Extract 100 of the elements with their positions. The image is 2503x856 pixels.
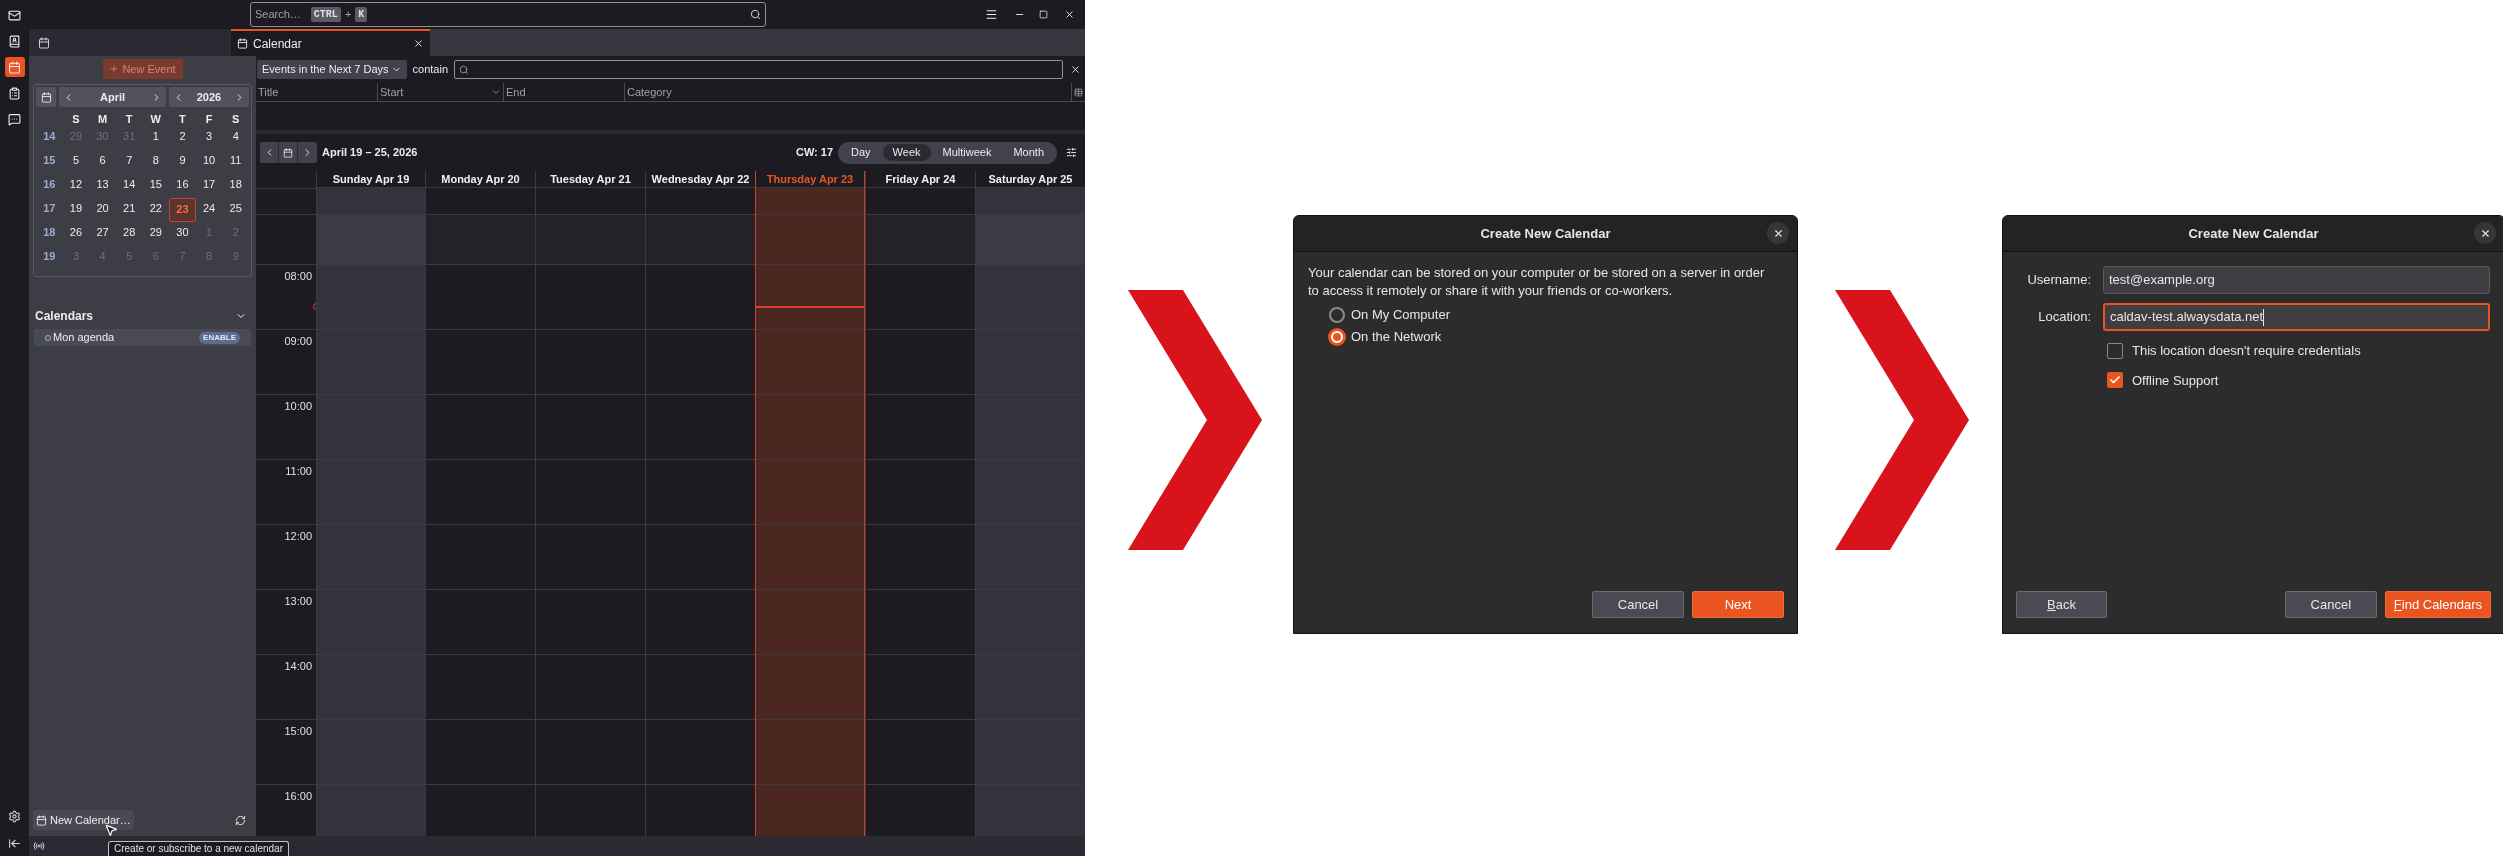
sliders-icon[interactable] bbox=[1066, 147, 1077, 158]
week-number: 18 bbox=[42, 225, 57, 240]
day-header[interactable]: Monday Apr 20 bbox=[441, 171, 520, 188]
week-number: 17 bbox=[42, 201, 57, 216]
field-label: Username: bbox=[2026, 271, 2091, 290]
text-field[interactable]: caldav-test.alwaysdata.net bbox=[2103, 303, 2490, 331]
calendar-list-item[interactable]: Mon agenda ENABLE bbox=[34, 329, 251, 346]
checkbox[interactable] bbox=[2107, 372, 2123, 389]
search-field[interactable]: Search… CTRL + K bbox=[250, 2, 766, 27]
close-icon bbox=[2479, 227, 2491, 239]
cancel-button[interactable]: Cancel bbox=[2284, 591, 2377, 618]
calendar-day[interactable]: 1 bbox=[142, 126, 170, 150]
new-calendar-button[interactable]: New Calendar… bbox=[33, 810, 134, 830]
sort-chevron-icon bbox=[491, 87, 501, 97]
calendar-day[interactable]: 30 bbox=[169, 222, 196, 246]
calendar-day[interactable]: 7 bbox=[115, 150, 143, 174]
calendar-day[interactable]: 6 bbox=[89, 150, 116, 174]
calendar-day[interactable]: 14 bbox=[115, 174, 143, 198]
address-book-icon bbox=[8, 34, 21, 48]
section-title: Calendars bbox=[35, 308, 95, 325]
weekday-label: T bbox=[124, 112, 134, 126]
view-tab[interactable]: Month bbox=[1003, 144, 1054, 161]
calendar-day[interactable]: 8 bbox=[142, 150, 170, 174]
checkbox-label: This location doesn't require credentials bbox=[2132, 342, 2361, 360]
calendar-day[interactable]: 27 bbox=[89, 222, 116, 246]
calendar-icon bbox=[237, 38, 248, 49]
cancel-button[interactable]: Cancel bbox=[1592, 591, 1684, 618]
calendar-day[interactable]: 29 bbox=[142, 222, 170, 246]
week-number: 19 bbox=[42, 249, 57, 264]
view-tab[interactable]: Week bbox=[882, 144, 931, 161]
column-picker-icon[interactable] bbox=[1074, 87, 1083, 97]
dialog-title: Create New Calendar bbox=[2188, 224, 2319, 243]
column-header[interactable]: Start bbox=[378, 83, 504, 101]
column-header[interactable]: Title bbox=[256, 83, 378, 101]
close-icon[interactable] bbox=[1064, 9, 1075, 20]
calendar-day[interactable]: 23 bbox=[169, 198, 196, 222]
date-range: April 19 – 25, 2026 bbox=[322, 145, 418, 161]
radio-button[interactable] bbox=[1329, 307, 1345, 323]
column-header[interactable]: Category bbox=[625, 83, 1072, 101]
calendar-day[interactable]: 13 bbox=[89, 174, 116, 198]
day-header[interactable]: Tuesday Apr 21 bbox=[550, 171, 631, 188]
calendar-day[interactable]: 11 bbox=[222, 150, 249, 174]
hour-label: 11:00 bbox=[285, 464, 312, 477]
refresh-icon[interactable] bbox=[235, 814, 246, 826]
calendar-day[interactable]: 26 bbox=[62, 222, 90, 246]
clipboard-icon bbox=[8, 86, 21, 100]
primary-button[interactable]: Next bbox=[1692, 591, 1784, 618]
calendar-tab[interactable]: Calendar bbox=[231, 29, 430, 56]
calendar-day[interactable]: 10 bbox=[195, 150, 223, 174]
settings-icon[interactable] bbox=[8, 810, 21, 823]
calendar-day[interactable]: 17 bbox=[195, 174, 223, 198]
plus-icon bbox=[109, 64, 120, 74]
close-button[interactable] bbox=[2474, 222, 2496, 244]
weekday-label: F bbox=[204, 112, 214, 126]
view-tab[interactable]: Multiweek bbox=[932, 144, 1002, 161]
checkbox[interactable] bbox=[2107, 342, 2123, 359]
calendar-day[interactable]: 25 bbox=[222, 198, 249, 222]
filter-dropdown[interactable]: Events in the Next 7 Days bbox=[257, 60, 407, 79]
calendar-day[interactable]: 4 bbox=[222, 126, 249, 150]
text-field[interactable]: test@example.org bbox=[2103, 266, 2490, 294]
view-tab[interactable]: Day bbox=[841, 144, 881, 161]
radio-button[interactable] bbox=[1328, 328, 1346, 346]
calendar-day[interactable]: 12 bbox=[62, 174, 90, 198]
close-button[interactable] bbox=[1767, 222, 1789, 244]
close-icon[interactable] bbox=[413, 38, 424, 49]
weekday-label: S bbox=[71, 112, 81, 126]
calendar-day[interactable]: 2 bbox=[169, 126, 196, 150]
today-button[interactable] bbox=[36, 87, 56, 107]
primary-button[interactable]: Find Calendars bbox=[2384, 591, 2491, 618]
month-label: April bbox=[98, 89, 127, 105]
collapse-icon[interactable] bbox=[8, 837, 21, 850]
calendar-icon[interactable] bbox=[38, 36, 50, 49]
weekday-label: M bbox=[96, 112, 109, 126]
radio-label: On My Computer bbox=[1351, 306, 1450, 325]
column-header[interactable]: End bbox=[504, 83, 625, 101]
enable-badge[interactable]: ENABLE bbox=[199, 331, 240, 344]
filter-search-field[interactable] bbox=[454, 60, 1063, 79]
close-icon[interactable] bbox=[1070, 64, 1081, 75]
back-button[interactable]: Back bbox=[2016, 591, 2107, 618]
description-text: Your calendar can be stored on your computer or be stored on a server in order to access it remotely or share it with your friends or co-workers. bbox=[1308, 264, 1766, 300]
calendar-day[interactable]: 21 bbox=[115, 198, 143, 222]
day-header[interactable]: Friday Apr 24 bbox=[885, 171, 956, 188]
calendar-day[interactable]: 18 bbox=[222, 174, 249, 198]
calendar-day[interactable]: 20 bbox=[89, 198, 116, 222]
hour-label: 13:00 bbox=[284, 594, 312, 607]
calendar-button[interactable] bbox=[4, 57, 25, 77]
calendar-day[interactable]: 19 bbox=[62, 198, 90, 222]
calendar-day[interactable]: 28 bbox=[115, 222, 143, 246]
calendar-day[interactable]: 24 bbox=[195, 198, 223, 222]
cursor-icon bbox=[104, 823, 118, 837]
calendar-day[interactable]: 3 bbox=[195, 126, 223, 150]
menu-icon[interactable] bbox=[985, 8, 998, 21]
key-label: CTRL bbox=[310, 7, 341, 22]
calendar-day[interactable]: 16 bbox=[169, 174, 196, 198]
calendar-day[interactable]: 22 bbox=[142, 198, 170, 222]
calendar-day[interactable]: 9 bbox=[169, 150, 196, 174]
calendar-day[interactable]: 5 bbox=[62, 150, 90, 174]
calendar-icon bbox=[283, 147, 293, 158]
maximize-icon[interactable] bbox=[1039, 10, 1048, 19]
calendar-day[interactable]: 15 bbox=[142, 174, 170, 198]
